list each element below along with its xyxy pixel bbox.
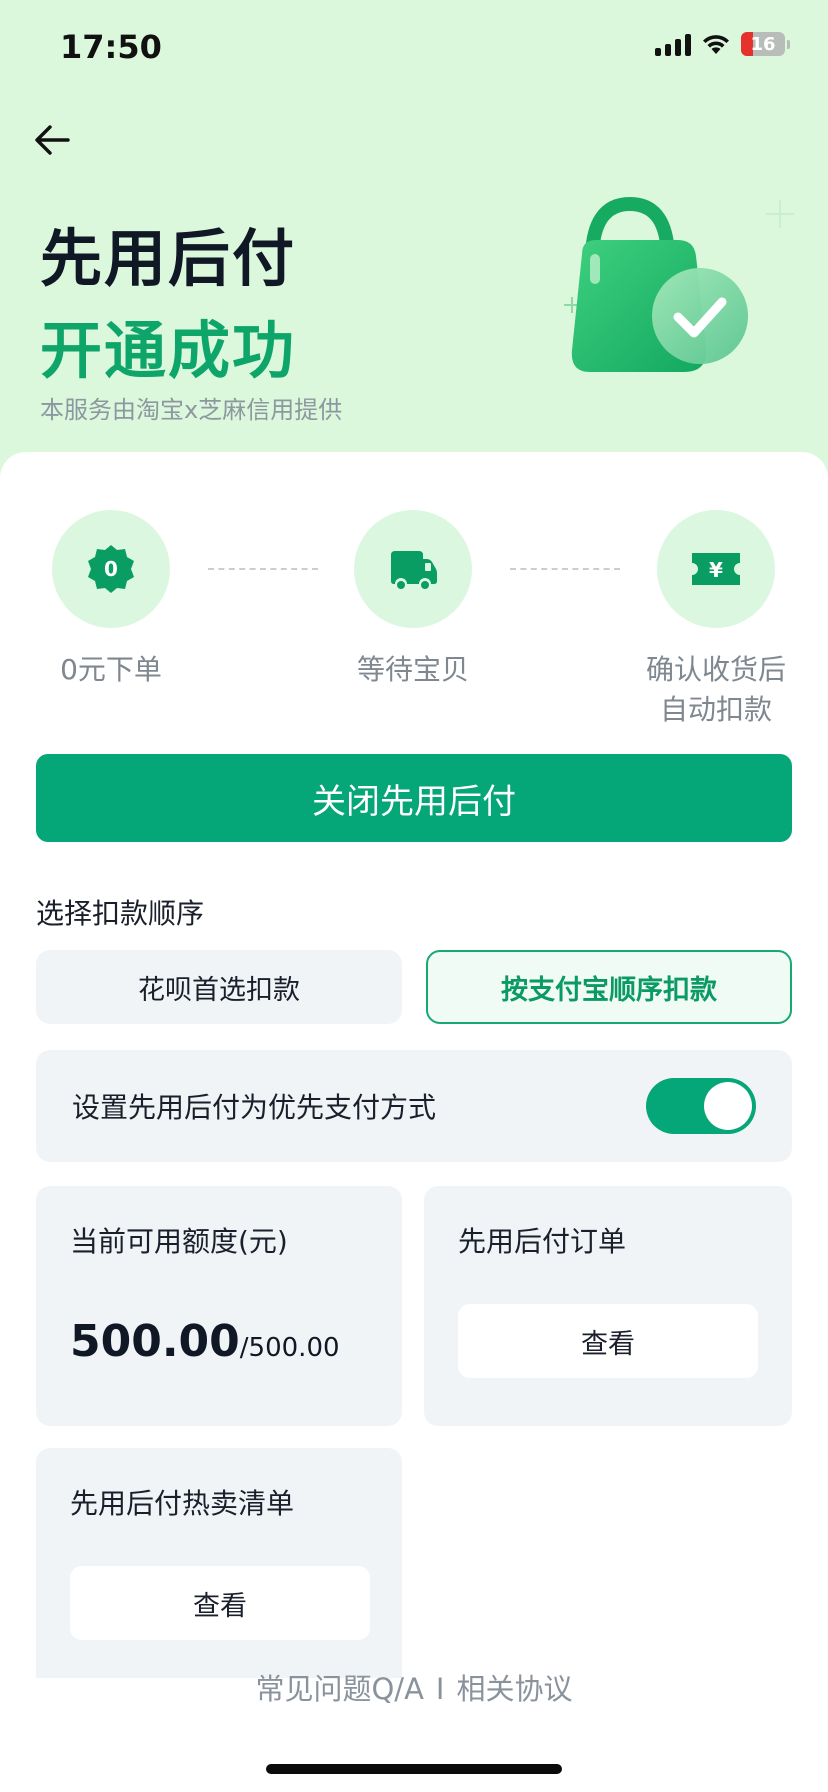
- battery-cap: [787, 39, 790, 49]
- success-title: 开通成功: [40, 314, 297, 387]
- status-icons: 16: [655, 32, 790, 56]
- step-circle: [354, 510, 472, 628]
- view-hot-list-button[interactable]: 查看: [70, 1566, 370, 1640]
- yen-symbol: ¥: [709, 558, 723, 582]
- quota-title: 当前可用额度(元): [70, 1225, 288, 1258]
- agreement-link[interactable]: 相关协议: [456, 1672, 572, 1706]
- truck-icon: [391, 551, 437, 591]
- footer-links: 常见问题Q/A I 相关协议: [0, 1666, 828, 1708]
- deduction-order-title: 选择扣款顺序: [36, 897, 205, 930]
- preferred-payment-row: 设置先用后付为优先支付方式: [36, 1050, 792, 1162]
- step-connector: [510, 568, 620, 570]
- preferred-payment-toggle[interactable]: [646, 1078, 756, 1134]
- wifi-icon: [703, 35, 729, 54]
- step-label: 确认收货后 自动扣款: [646, 650, 786, 730]
- step-order: 0 0元下单: [41, 510, 181, 690]
- quota-value: 500.00/500.00: [70, 1316, 340, 1367]
- cellular-signal-icon: [655, 32, 691, 56]
- quota-available: 500.00: [70, 1316, 240, 1367]
- battery-level: 16: [750, 33, 776, 55]
- step-circle: 0: [52, 510, 170, 628]
- hot-list-panel: 先用后付热卖清单 查看: [36, 1448, 402, 1678]
- step-label: 等待宝贝: [356, 653, 469, 686]
- back-arrow-icon[interactable]: [32, 118, 80, 162]
- orders-title: 先用后付订单: [458, 1225, 627, 1258]
- quota-panel: 当前可用额度(元) 500.00/500.00: [36, 1186, 402, 1426]
- home-indicator[interactable]: [266, 1764, 562, 1774]
- step-connector: [208, 568, 318, 570]
- orders-panel: 先用后付订单 查看: [424, 1186, 792, 1426]
- hot-list-title: 先用后付热卖清单: [70, 1487, 295, 1520]
- zero-badge-text: 0: [104, 557, 118, 581]
- faq-link[interactable]: 常见问题Q/A: [255, 1672, 423, 1706]
- battery-icon: 16: [741, 32, 785, 56]
- step-label: 0元下单: [60, 653, 162, 686]
- view-orders-button[interactable]: 查看: [458, 1304, 758, 1378]
- step-deduct: ¥ 确认收货后 自动扣款: [646, 510, 786, 730]
- close-service-button[interactable]: 关闭先用后付: [36, 754, 792, 842]
- provider-note: 本服务由淘宝x芝麻信用提供: [40, 396, 343, 424]
- step-label-line1: 确认收货后: [646, 653, 787, 686]
- step-label-line2: 自动扣款: [659, 693, 772, 726]
- step-wait: 等待宝贝: [343, 510, 483, 690]
- status-time: 17:50: [60, 28, 162, 66]
- preferred-payment-label: 设置先用后付为优先支付方式: [72, 1091, 437, 1124]
- zero-badge-icon: 0: [88, 545, 134, 593]
- step-circle: ¥: [657, 510, 775, 628]
- option-huabei-first[interactable]: 花呗首选扣款: [36, 950, 402, 1024]
- content-card: 0 0元下单 等待宝贝 ¥ 确认收货后 自动扣款 关闭先用后付 选择扣款顺序 花…: [0, 452, 828, 1792]
- quota-total: /500.00: [239, 1333, 340, 1363]
- toggle-knob: [704, 1082, 752, 1130]
- footer-separator: I: [435, 1672, 445, 1706]
- shopping-bag-check-icon: [564, 196, 794, 372]
- page-title: 先用后付: [40, 222, 297, 295]
- option-alipay-order[interactable]: 按支付宝顺序扣款: [426, 950, 792, 1024]
- ticket-icon: ¥: [692, 553, 740, 585]
- hero-banner: 17:50 16 先用后付 开通成功 本服务由淘宝x芝麻信用提供: [0, 0, 828, 480]
